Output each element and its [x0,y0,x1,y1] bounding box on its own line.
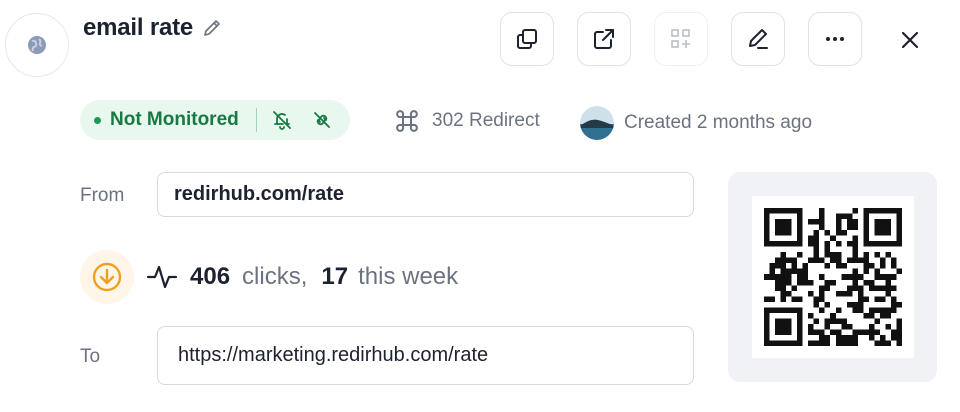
created-info: Created 2 months ago [580,106,812,140]
toolbar [500,12,862,66]
from-field[interactable]: redirhub.com/rate [157,172,694,217]
status-divider [255,108,257,132]
qr-add-icon [668,26,694,52]
title-row: email rate [83,14,223,42]
to-label: To [80,346,101,367]
arrow-down-circle-icon [91,261,123,293]
to-field[interactable]: https://marketing.redirhub.com/rate [157,326,694,385]
copy-icon [514,26,540,52]
more-button[interactable] [808,12,862,66]
from-value: redirhub.com/rate [174,183,345,205]
week-count: 17 [321,263,349,290]
edit-icon [745,26,771,52]
command-icon [394,108,420,134]
qr-code-button[interactable] [654,12,708,66]
to-value: https://marketing.redirhub.com/rate [178,344,489,366]
open-link-button[interactable] [577,12,631,66]
link-off-icon[interactable] [311,109,333,131]
activity-icon [146,263,178,291]
link-title: email rate [83,14,194,41]
bell-off-icon[interactable] [271,109,293,131]
more-icon [822,26,848,52]
redirect-type: 302 Redirect [394,108,540,134]
close-button[interactable] [890,24,930,56]
duplicate-button[interactable] [500,12,554,66]
click-stats: 406 clicks, 17 this week [80,250,458,304]
created-label: Created 2 months ago [624,112,813,133]
qr-code [763,208,902,346]
pencil-icon[interactable] [201,17,223,39]
site-favicon [5,13,69,77]
status-text: Not Monitored [110,109,239,130]
monitoring-status-badge[interactable]: Not Monitored [80,100,350,140]
qr-code-card[interactable] [728,172,937,382]
redirect-type-label: 302 Redirect [432,110,540,131]
avatar [580,106,614,140]
from-label: From [80,185,125,206]
edit-button[interactable] [731,12,785,66]
status-dot [94,116,101,124]
clicks-label: clicks, [242,263,308,290]
clicks-count: 406 [190,263,231,290]
globe-icon [26,34,48,56]
download-stats-button[interactable] [80,250,134,304]
week-label: this week [358,263,459,290]
open-external-icon [591,26,617,52]
close-icon [899,29,921,51]
